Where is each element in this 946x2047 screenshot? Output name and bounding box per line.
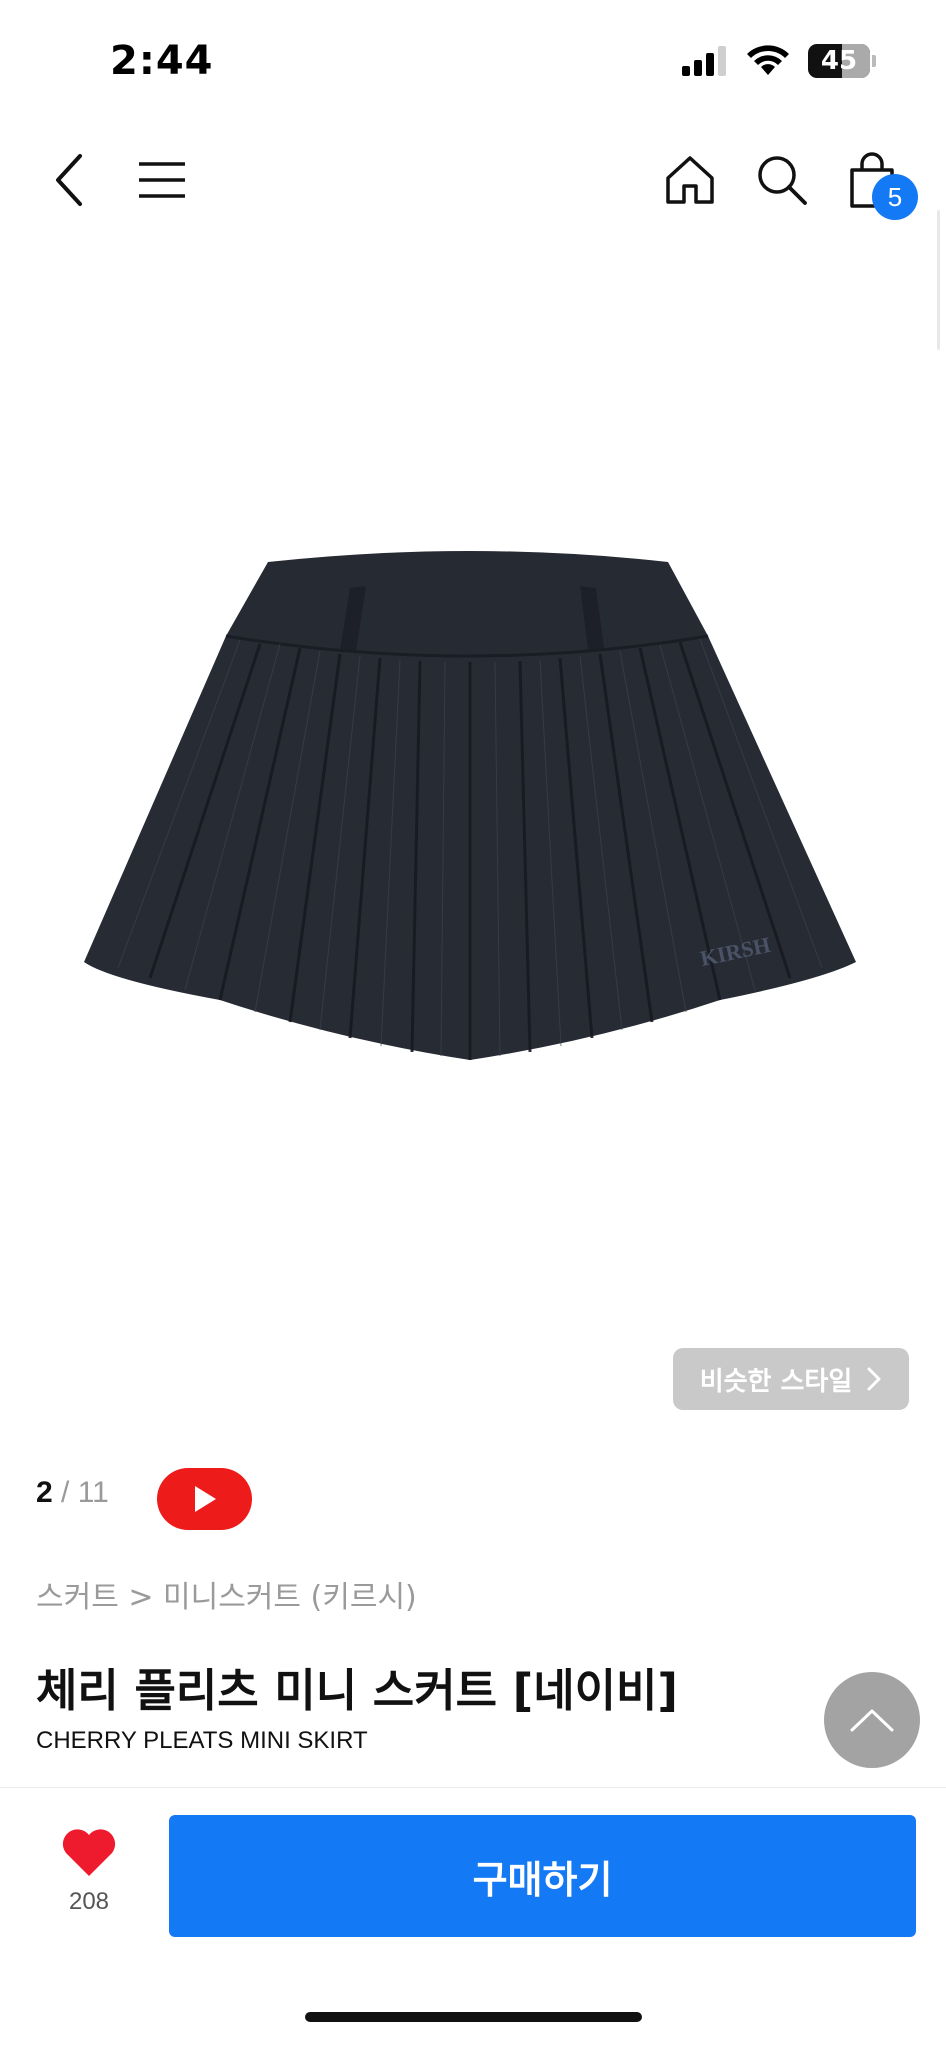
heart-icon [62,1829,116,1876]
search-icon [758,156,807,205]
home-indicator [305,2012,642,2022]
product-title: 체리 플리츠 미니 스커트 [네이비] [36,1664,678,1717]
chevron-up-icon [850,1709,894,1732]
play-icon [194,1486,216,1512]
similar-style-label: 비슷한 스타일 [699,1366,853,1397]
menu-button[interactable] [122,140,202,220]
back-button[interactable] [30,140,110,220]
chevron-left-icon [56,154,82,206]
search-button[interactable] [742,140,822,220]
status-icons: 45 [682,44,876,78]
chevron-right-icon [867,1367,881,1391]
wifi-icon [747,45,789,75]
product-subtitle: CHERRY PLEATS MINI SKIRT [36,1727,368,1754]
like-count: 208 [68,1888,110,1915]
battery-icon: 45 [808,44,876,78]
signal-icon [682,46,726,76]
bottom-divider [0,1787,946,1788]
skirt-illustration: KIRSH [84,551,856,1060]
scroll-top-button[interactable] [824,1672,920,1768]
status-bar: 2:44 45 [0,0,946,120]
top-nav [0,130,946,230]
video-button[interactable] [157,1468,252,1530]
like-button[interactable]: 208 [44,1826,134,1916]
pager-total: 11 [77,1476,109,1509]
hamburger-icon [139,162,185,198]
product-image[interactable]: KIRSH [0,240,946,1440]
battery-level: 45 [820,46,858,76]
home-button[interactable] [650,140,730,220]
image-pager: 2 / 11 [36,1476,109,1510]
status-time: 2:44 [110,38,214,84]
category-breadcrumb[interactable]: 스커트 > 미니스커트 (키르시) [36,1572,417,1616]
home-icon [666,156,714,204]
pager-current: 2 [36,1476,53,1509]
similar-style-button[interactable]: 비슷한 스타일 [673,1348,909,1410]
cart-count-badge: 5 [872,174,918,220]
buy-button[interactable]: 구매하기 [169,1815,916,1937]
pager-separator: / [61,1476,78,1509]
